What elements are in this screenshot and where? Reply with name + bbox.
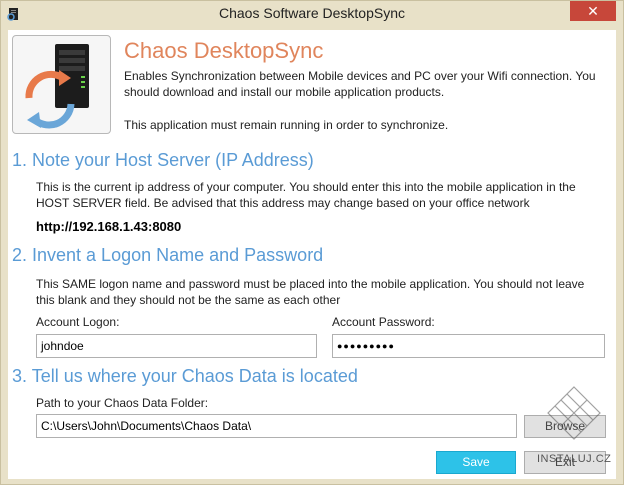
data-folder-label: Path to your Chaos Data Folder: xyxy=(36,396,209,410)
watermark-logo-icon xyxy=(547,386,601,440)
app-logo xyxy=(12,35,111,134)
title-bar[interactable]: Chaos Software DesktopSync ✕ xyxy=(1,1,623,29)
app-description: Enables Synchronization between Mobile d… xyxy=(124,69,596,99)
account-logon-label: Account Logon: xyxy=(36,315,120,329)
data-folder-input[interactable]: C:\Users\John\Documents\Chaos Data\ xyxy=(36,414,517,438)
ip-address: http://192.168.1.43:8080 xyxy=(36,219,182,234)
save-button[interactable]: Save xyxy=(436,451,516,474)
section2-heading: 2. Invent a Logon Name and Password xyxy=(12,245,324,265)
section1-heading: 1. Note your Host Server (IP Address) xyxy=(12,150,314,170)
account-password-input[interactable]: ●●●●●●●●● xyxy=(332,334,605,358)
window-title: Chaos Software DesktopSync xyxy=(219,5,405,21)
account-logon-input[interactable]: johndoe xyxy=(36,334,317,358)
section2-text: This SAME logon name and password must b… xyxy=(36,277,585,307)
section1-text: This is the current ip address of your c… xyxy=(36,180,576,210)
app-note: This application must remain running in … xyxy=(124,118,449,132)
server-sync-icon xyxy=(25,44,89,129)
app-title: Chaos DesktopSync xyxy=(124,38,324,63)
section3-heading: 3. Tell us where your Chaos Data is loca… xyxy=(12,366,358,386)
account-password-label: Account Password: xyxy=(332,315,435,329)
close-button[interactable]: ✕ xyxy=(570,1,616,21)
app-window: Chaos Software DesktopSync ✕ Chaos Deskt… xyxy=(0,0,624,485)
watermark-text: INSTALUJ.CZ xyxy=(537,453,612,465)
client-area: Chaos DesktopSync Enables Synchronizatio… xyxy=(8,30,616,479)
